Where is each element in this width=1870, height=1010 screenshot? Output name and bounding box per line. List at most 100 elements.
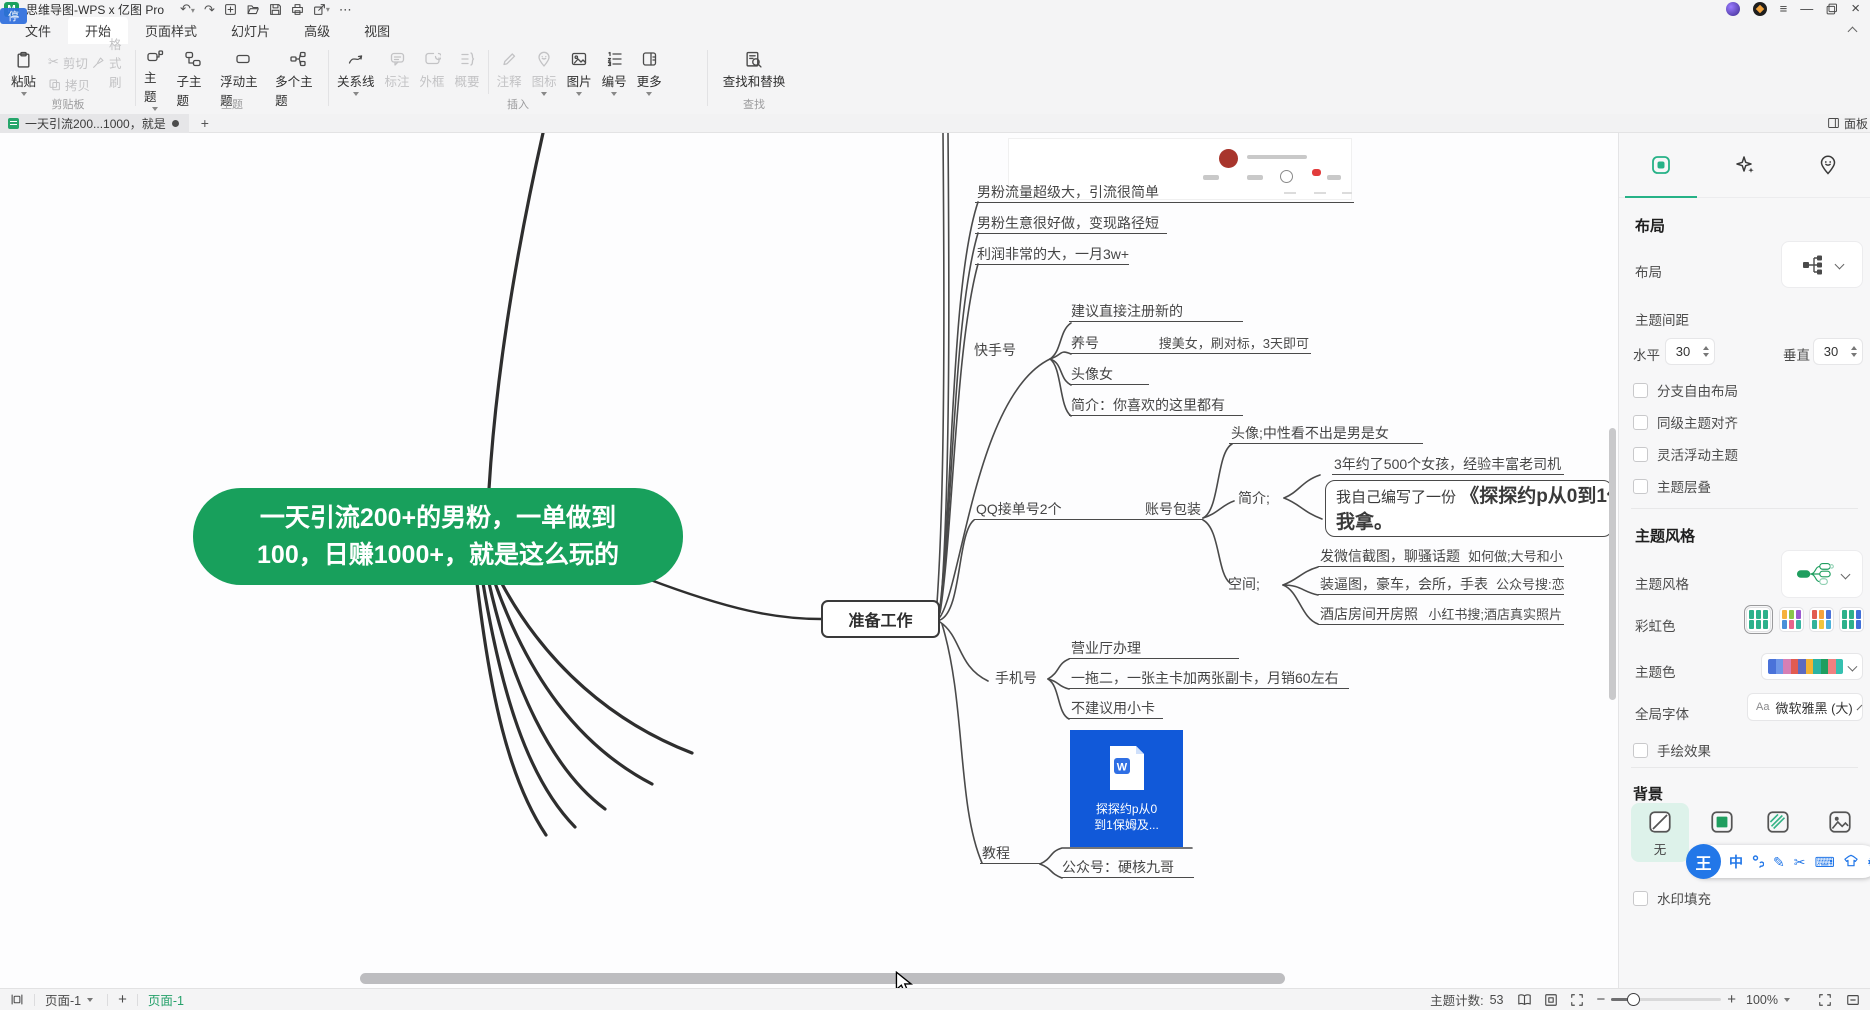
topic-node[interactable]: 准备工作 [821, 600, 940, 638]
rainbow-option-teal-blue[interactable] [1839, 607, 1864, 632]
reading-view-icon[interactable] [1517, 993, 1532, 1007]
node-kuaishou-c4[interactable]: 简介：你喜欢的这里都有 [1069, 396, 1243, 416]
menu-tab-pagestyle[interactable]: 页面样式 [128, 17, 214, 44]
checkbox-topic-overlap[interactable]: 主题层叠 [1633, 476, 1711, 496]
save-icon[interactable] [269, 3, 282, 16]
page-tab-active[interactable]: 页面-1 [148, 990, 184, 1009]
cut-button[interactable]: ✂剪切 [48, 53, 88, 71]
node-qq-space-3[interactable]: 酒店房间开房照小红书搜;酒店真实照片 [1318, 605, 1564, 625]
node-qq-intro-box[interactable]: 我自己编写了一份 《探探约p从0到1保 我拿。 [1325, 480, 1613, 537]
page-selector-chevron[interactable] [87, 998, 93, 1002]
rainbow-option-teal[interactable] [1746, 607, 1771, 632]
node-phone-c3[interactable]: 不建议用小卡 [1069, 699, 1163, 719]
undo-icon[interactable]: ↶▾ [180, 2, 195, 17]
tab-style[interactable] [1703, 133, 1787, 197]
more-quick-actions-icon[interactable]: ⋯ [339, 3, 351, 16]
node-kuaishou-c2[interactable]: 养号搜美女，刷对标，3天即可 [1069, 334, 1311, 354]
fit-map-icon[interactable] [1544, 993, 1558, 1007]
ime-logo-icon[interactable]: 王 [1686, 844, 1721, 879]
ime-pen-icon[interactable]: ✎ [1773, 855, 1785, 869]
bg-solid-button[interactable] [1709, 809, 1735, 835]
rainbow-option-multicolor-2[interactable] [1809, 607, 1834, 632]
hamburger-menu-icon[interactable]: ≡ [1780, 2, 1788, 16]
zoom-level[interactable]: 100% [1746, 993, 1778, 1007]
checkbox-handdrawn[interactable]: 手绘效果 [1633, 740, 1711, 760]
new-doc-icon[interactable] [224, 3, 237, 16]
node-qq-packaging[interactable]: 账号包装 [1145, 500, 1201, 519]
collapse-statusbar-icon[interactable] [1846, 993, 1860, 1007]
node-qq-space-2[interactable]: 装逼图，豪车，会所，手表公众号搜:恋 [1318, 575, 1564, 595]
panel-toggle-button[interactable]: 面板 [1827, 115, 1870, 132]
mindmap-canvas[interactable]: 一天引流200+的男粉，一单做到100，日赚1000+，就是这么玩的 准备工作 … [0, 133, 1618, 988]
close-icon[interactable]: × [1851, 2, 1860, 16]
node-kuaishou-c2-note[interactable]: 搜美女，刷对标，3天即可 [1159, 334, 1309, 353]
copy-button[interactable]: 拷贝 [48, 75, 90, 93]
bg-pattern-button[interactable] [1765, 809, 1791, 835]
node-kuaishou-c3[interactable]: 头像女 [1069, 365, 1149, 385]
horizontal-scrollbar[interactable] [360, 973, 1285, 984]
document-tab[interactable]: 一天引流200...1000，就是 [0, 114, 189, 133]
node-phone-c2[interactable]: 一拖二，一张主卡加两张副卡，月销60左右 [1069, 669, 1349, 689]
rainbow-option-multicolor-1[interactable] [1779, 607, 1804, 632]
ime-skin-icon[interactable] [1844, 854, 1858, 869]
node-qq-space-label[interactable]: 空间; [1226, 575, 1262, 595]
zoom-out-button[interactable]: − [1596, 991, 1605, 1008]
print-icon[interactable] [291, 3, 304, 16]
share-icon[interactable]: ▾ [313, 3, 330, 16]
checkbox-watermark[interactable]: 水印填充 [1633, 888, 1711, 908]
menu-tab-slides[interactable]: 幻灯片 [214, 17, 287, 44]
node-benefit-2[interactable]: 男粉生意很好做，变现路径短 [975, 214, 1167, 234]
vertical-scrollbar[interactable] [1609, 428, 1616, 700]
theme-color-strip[interactable] [1761, 653, 1863, 680]
checkbox-flexible-floating[interactable]: 灵活浮动主题 [1633, 444, 1738, 464]
restore-icon[interactable] [1826, 3, 1838, 15]
tab-icon-library[interactable] [1786, 133, 1870, 197]
ime-language-icon[interactable]: 中 [1729, 855, 1743, 869]
paste-button[interactable]: 粘贴 [6, 46, 41, 99]
node-qq-intro-1[interactable]: 3年约了500个女孩，经验丰富老司机 [1332, 455, 1564, 475]
node-phone-c1[interactable]: 营业厅办理 [1069, 639, 1239, 659]
vertical-spacing-stepper[interactable]: 30 [1813, 338, 1863, 365]
ime-scissors-icon[interactable]: ✂ [1794, 855, 1806, 869]
tab-layout[interactable] [1619, 133, 1703, 197]
fullscreen-icon[interactable] [1818, 993, 1832, 1007]
node-benefit-3[interactable]: 利润非常的大，一月3w+ [975, 245, 1129, 265]
node-kuaishou-c1[interactable]: 建议直接注册新的 [1069, 302, 1243, 322]
global-font-dropdown[interactable]: Aa 微软雅黑 (大) [1747, 693, 1863, 721]
menu-tab-advanced[interactable]: 高级 [287, 17, 347, 44]
ime-keyboard-icon[interactable]: ⌨ [1814, 855, 1834, 869]
node-qq-intro-label[interactable]: 简介; [1236, 489, 1272, 509]
page-panel-icon[interactable] [10, 993, 24, 1006]
node-phone[interactable]: 手机号 [993, 669, 1039, 689]
record-stop-badge[interactable]: 停 [0, 8, 27, 24]
ime-punctuation-icon[interactable] [1752, 854, 1764, 870]
format-painter-button[interactable]: 格式刷 [92, 53, 132, 71]
horizontal-spacing-stepper[interactable]: 30 [1665, 338, 1715, 365]
theme-style-dropdown[interactable] [1781, 550, 1863, 598]
page-selector[interactable]: 页面-1 [45, 990, 81, 1009]
node-tutorial-c1[interactable]: 公众号：硬核九哥 [1060, 858, 1194, 878]
node-tutorial-doc[interactable]: W 探探约p从0到1保姆及... [1070, 730, 1183, 847]
member-badge-icon[interactable] [1753, 2, 1767, 16]
layout-dropdown[interactable] [1781, 241, 1863, 288]
bg-image-button[interactable] [1827, 809, 1853, 835]
zoom-slider-knob[interactable] [1627, 993, 1640, 1006]
node-kuaishou[interactable]: 快手号 [972, 341, 1018, 361]
collapse-ribbon-icon[interactable] [1849, 23, 1856, 38]
node-tutorial[interactable]: 教程 [980, 844, 1040, 864]
new-document-tab-button[interactable]: + [201, 115, 209, 131]
node-qq-space-1[interactable]: 发微信截图，聊骚话题如何做;大号和小 [1318, 547, 1564, 567]
bg-none-button[interactable]: 无 [1631, 803, 1689, 862]
checkbox-align-sibling[interactable]: 同级主题对齐 [1633, 412, 1738, 432]
zoom-in-button[interactable]: + [1727, 991, 1736, 1008]
node-benefit-1[interactable]: 男粉流量超级大，引流很简单 [975, 183, 1354, 203]
node-qq[interactable]: QQ接单号2个账号包装 [974, 500, 1203, 520]
menu-tab-view[interactable]: 视图 [347, 17, 407, 44]
user-avatar[interactable] [1726, 2, 1740, 16]
ime-toolbar[interactable]: 王 中 ✎ ✂ ⌨ ⚙ [1689, 845, 1870, 878]
node-qq-avatar[interactable]: 头像;中性看不出是男是女 [1229, 424, 1423, 444]
zoom-slider[interactable] [1611, 998, 1721, 1001]
fit-screen-icon[interactable] [1570, 993, 1584, 1007]
add-page-button[interactable]: + [118, 991, 127, 1008]
open-folder-icon[interactable] [246, 3, 260, 16]
